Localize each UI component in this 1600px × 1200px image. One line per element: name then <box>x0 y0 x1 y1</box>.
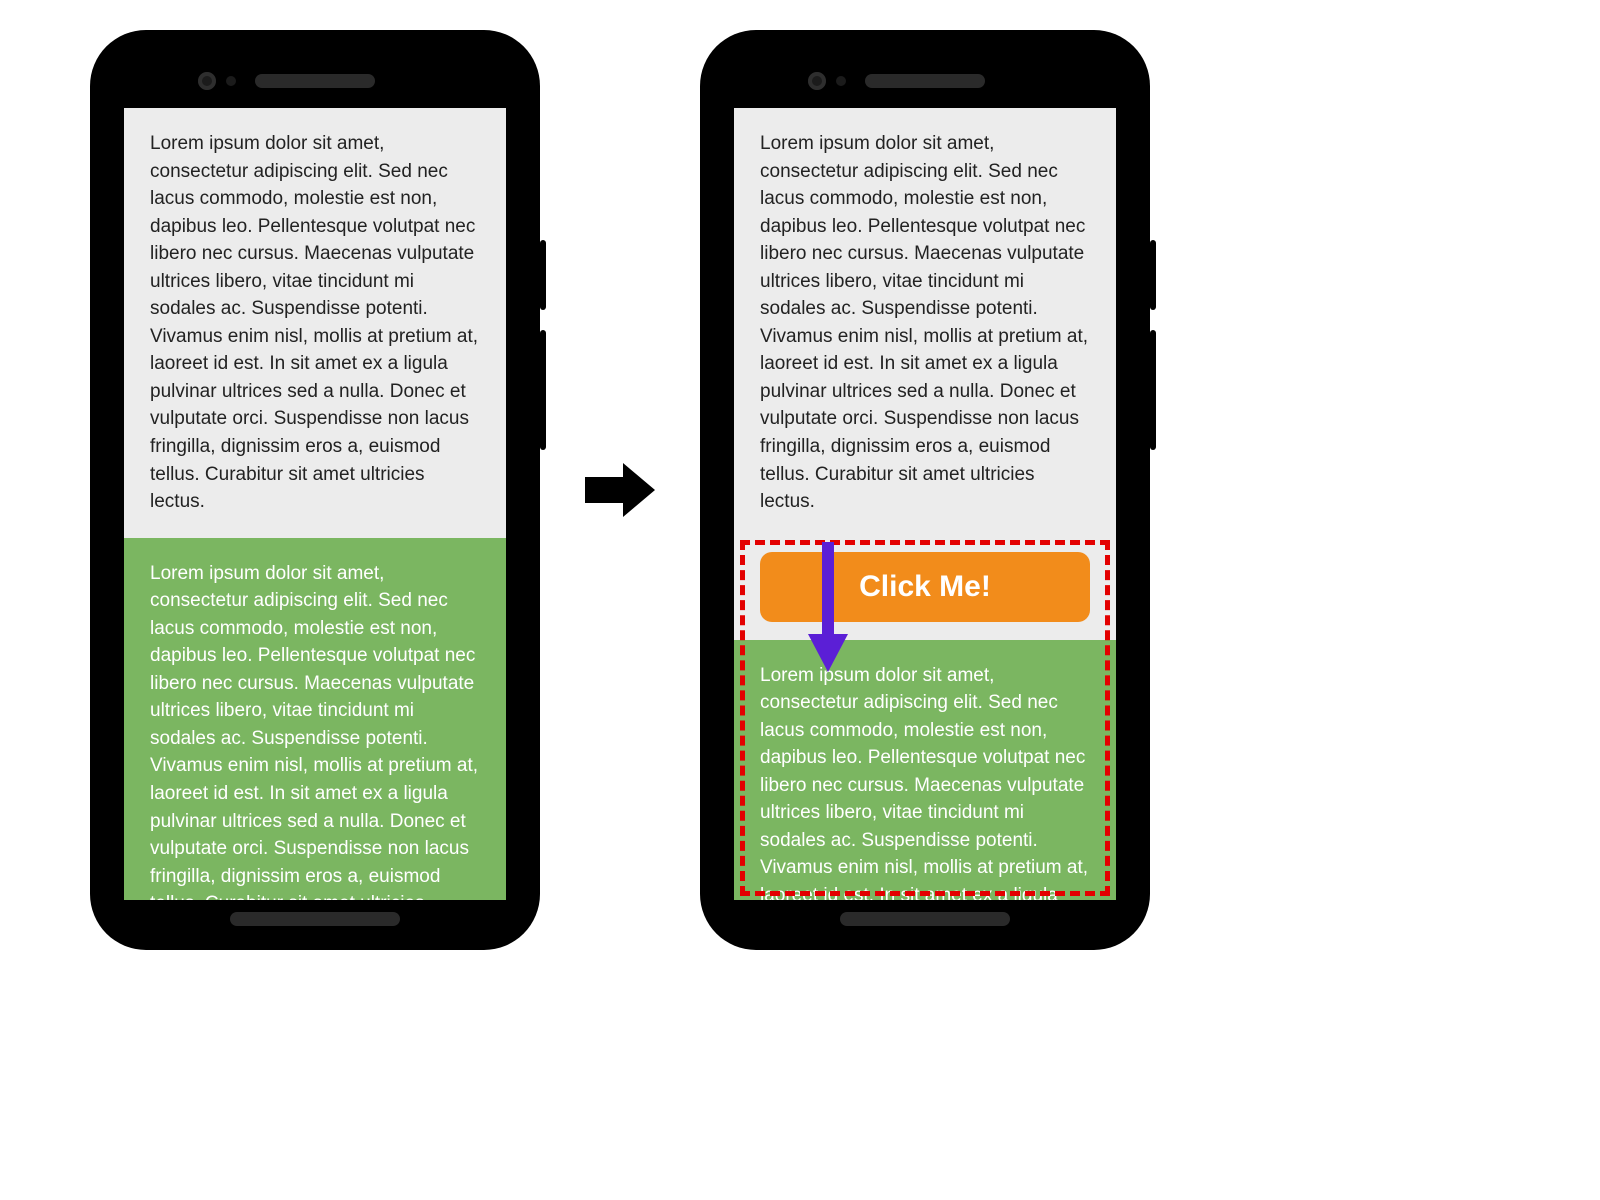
paragraph-top: Lorem ipsum dolor sit amet, consectetur … <box>124 108 506 538</box>
phone-top-bar <box>724 54 1126 108</box>
phone-screen-after: Lorem ipsum dolor sit amet, consectetur … <box>734 108 1116 900</box>
home-indicator-icon <box>230 912 400 926</box>
phone-screen-before: Lorem ipsum dolor sit amet, consectetur … <box>124 108 506 900</box>
volume-button <box>540 330 546 450</box>
volume-button <box>1150 330 1156 450</box>
paragraph-green-shifted: Lorem ipsum dolor sit amet, consectetur … <box>734 640 1116 900</box>
cta-container: Click Me! <box>734 538 1116 640</box>
sensor-icon <box>836 76 846 86</box>
phone-top-bar <box>114 54 516 108</box>
transition-arrow-icon <box>580 450 660 530</box>
sensor-icon <box>226 76 236 86</box>
speaker-icon <box>865 74 985 88</box>
click-me-button[interactable]: Click Me! <box>760 552 1090 622</box>
camera-icon <box>808 72 826 90</box>
power-button <box>1150 240 1156 310</box>
phone-after: Lorem ipsum dolor sit amet, consectetur … <box>700 30 1150 950</box>
paragraph-top: Lorem ipsum dolor sit amet, consectetur … <box>734 108 1116 538</box>
phone-bezel: Lorem ipsum dolor sit amet, consectetur … <box>714 44 1136 936</box>
home-indicator-icon <box>840 912 1010 926</box>
speaker-icon <box>255 74 375 88</box>
paragraph-green: Lorem ipsum dolor sit amet, consectetur … <box>124 538 506 900</box>
phone-bezel: Lorem ipsum dolor sit amet, consectetur … <box>104 44 526 936</box>
phone-before: Lorem ipsum dolor sit amet, consectetur … <box>90 30 540 950</box>
camera-icon <box>198 72 216 90</box>
power-button <box>540 240 546 310</box>
diagram-stage: Lorem ipsum dolor sit amet, consectetur … <box>90 30 1150 950</box>
